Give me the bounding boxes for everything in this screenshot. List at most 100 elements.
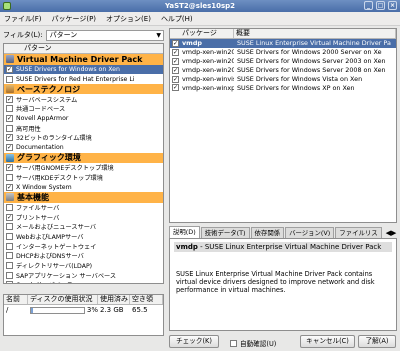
package-row[interactable]: ✓ vmdp SUSE Linux Enterprise Virtual Machi… [170, 39, 396, 48]
pattern-item[interactable]: Oracleサーバベース [4, 280, 163, 283]
maximize-button[interactable]: □ [376, 1, 385, 10]
autocheck-checkbox[interactable] [230, 339, 237, 347]
pattern-checkbox[interactable] [6, 105, 13, 113]
pattern-checkbox[interactable] [6, 271, 13, 279]
pattern-label: Virtual Machine Driver Pack [17, 54, 143, 64]
pattern-category[interactable]: Virtual Machine Driver Pack [4, 54, 163, 65]
pattern-item[interactable]: SAPアプリケーション サーバベース [4, 270, 163, 280]
disk-header-free[interactable]: 空き領 [130, 295, 163, 304]
tab-technical-data[interactable]: 技術データ(T) [200, 227, 250, 238]
disk-header-usage[interactable]: ディスクの使用状況 [28, 295, 98, 304]
disk-usage-bar [30, 306, 85, 314]
pattern-item[interactable]: インターネットゲートウェイ [4, 241, 163, 251]
pattern-item[interactable]: ✓ SUSE Drivers for Windows on Xen [4, 64, 163, 75]
tab-file-list[interactable]: ファイルリス [335, 227, 382, 238]
pattern-checkbox[interactable] [6, 281, 13, 283]
pattern-checkbox[interactable]: ✓ [6, 183, 13, 191]
package-checkbox[interactable]: ✓ [172, 48, 179, 56]
package-row[interactable]: ✓vmdp-xen-win2008SUSE Drivers for Window… [170, 66, 396, 75]
description-body: SUSE Linux Enterprise Virtual Machine Dr… [176, 270, 375, 294]
package-checkbox[interactable]: ✓ [172, 75, 179, 83]
pattern-label: メールおよびニュースサーバ [16, 224, 97, 232]
disk-row: / 3% 2.3 GB 65.5 [4, 305, 163, 315]
close-button[interactable]: × [388, 1, 397, 10]
pattern-item[interactable]: 共通コードベース [4, 104, 163, 114]
pattern-item[interactable]: ✓ X Window System [4, 182, 163, 192]
pattern-category[interactable]: ベーステクノロジ [4, 83, 163, 95]
pattern-checkbox[interactable]: ✓ [6, 144, 13, 152]
pattern-checkbox[interactable]: ✓ [6, 134, 13, 142]
package-summary: SUSE Linux Enterprise Virtual Machine Dr… [237, 39, 391, 48]
pattern-item[interactable]: ✓ プリントサーバ [4, 212, 163, 222]
pattern-checkbox[interactable] [6, 232, 13, 240]
accept-button[interactable]: 了解(A) [358, 335, 396, 348]
pattern-item[interactable]: ✓ サーバ用GNOMEデスクトップ環境 [4, 163, 163, 173]
disk-header-name[interactable]: 名前 [4, 295, 28, 304]
pattern-checkbox[interactable] [6, 242, 13, 250]
package-name: vmdp-xen-win2003 [182, 57, 234, 66]
pattern-checkbox[interactable] [6, 223, 13, 231]
pattern-item[interactable]: 高可用性 [4, 123, 163, 133]
menu-package[interactable]: パッケージ(P) [52, 14, 97, 24]
pattern-checkbox[interactable]: ✓ [6, 115, 13, 123]
pattern-item[interactable]: DHCPおよびDNSサーバ [4, 251, 163, 261]
pattern-item[interactable]: ✓ 32ビットのランタイム環境 [4, 133, 163, 143]
package-header-name[interactable]: パッケージ [170, 29, 234, 38]
package-row[interactable]: ✓vmdp-xen-win2000SUSE Drivers for Window… [170, 48, 396, 57]
pattern-label: グラフィック環境 [17, 153, 81, 163]
pattern-category[interactable]: グラフィック環境 [4, 152, 163, 163]
pattern-checkbox[interactable]: ✓ [6, 164, 13, 172]
pattern-item[interactable]: ✓ Novell AppArmor [4, 114, 163, 124]
pattern-item[interactable]: SUSE Drivers for Red Hat Enterprise Li [4, 74, 163, 84]
pattern-checkbox[interactable] [6, 75, 13, 83]
tab-description[interactable]: 説明(D) [169, 226, 200, 238]
pattern-checkbox[interactable] [6, 262, 13, 270]
autocheck-toggle[interactable]: 自動確認(U) [230, 338, 276, 348]
pattern-item[interactable]: ファイルサーバ [4, 203, 163, 213]
pattern-list[interactable]: パターン Virtual Machine Driver Pack ✓ SUSE Dr… [3, 43, 164, 284]
package-checkbox[interactable]: ✓ [172, 39, 179, 47]
pattern-checkbox[interactable] [6, 124, 13, 132]
tab-dependencies[interactable]: 依存関係 [250, 227, 285, 238]
pattern-category[interactable]: 基本機能 [4, 192, 163, 203]
tab-versions[interactable]: バージョン(V) [285, 227, 335, 238]
pattern-checkbox[interactable] [6, 174, 13, 182]
pattern-item[interactable]: WebおよびLAMPサーバ [4, 232, 163, 242]
pattern-label: 32ビットのランタイム環境 [16, 135, 92, 143]
pattern-item[interactable]: メールおよびニュースサーバ [4, 222, 163, 232]
pattern-column-header[interactable]: パターン [4, 44, 163, 54]
cancel-button[interactable]: キャンセル(C) [300, 335, 355, 348]
pattern-checkbox[interactable] [6, 203, 13, 211]
filter-select[interactable]: パターン ▼ [45, 29, 164, 41]
pattern-label: サーバ用KDEデスクトップ環境 [16, 175, 103, 183]
pattern-label: ベーステクノロジ [17, 84, 81, 94]
pattern-label: Oracleサーバベース [16, 280, 73, 283]
pattern-item[interactable]: サーバ用KDEデスクトップ環境 [4, 173, 163, 183]
menu-help[interactable]: ヘルプ(H) [161, 14, 193, 24]
pattern-label: SUSE Drivers for Windows on Xen [16, 65, 120, 73]
check-button[interactable]: チェック(K) [169, 335, 219, 348]
package-row[interactable]: ✓ vmdp-xen-winxp SUSE Drivers for Windows … [170, 83, 396, 92]
package-header-summary[interactable]: 概要 [234, 29, 396, 38]
virtual-machine-icon [6, 55, 14, 64]
tab-scroll-arrows[interactable]: ◀▶ [383, 228, 400, 238]
pattern-checkbox[interactable]: ✓ [6, 95, 13, 103]
package-row[interactable]: ✓vmdp-xen-winvistaSUSE Drivers for Windo… [170, 75, 396, 84]
package-checkbox[interactable]: ✓ [172, 66, 179, 74]
menu-options[interactable]: オプション(E) [106, 14, 151, 24]
pattern-item[interactable]: ✓ Documentation [4, 143, 163, 153]
package-checkbox[interactable]: ✓ [172, 84, 179, 92]
package-name: vmdp-xen-winxp [182, 83, 234, 92]
pattern-item[interactable]: ✓ サーバベースシステム [4, 94, 163, 104]
minimize-button[interactable]: _ [364, 1, 373, 10]
pattern-checkbox[interactable]: ✓ [6, 213, 13, 221]
disk-header-used[interactable]: 使用済み [98, 295, 130, 304]
pattern-label: プリントサーバ [16, 214, 60, 222]
pattern-checkbox[interactable] [6, 252, 13, 260]
pattern-label: WebおよびLAMPサーバ [16, 233, 84, 241]
pattern-checkbox[interactable]: ✓ [6, 65, 13, 73]
menu-file[interactable]: ファイル(F) [4, 14, 42, 24]
pattern-item[interactable]: ディレクトリサーバ(LDAP) [4, 261, 163, 271]
package-checkbox[interactable]: ✓ [172, 57, 179, 65]
package-row[interactable]: ✓vmdp-xen-win2003SUSE Drivers for Window… [170, 57, 396, 66]
